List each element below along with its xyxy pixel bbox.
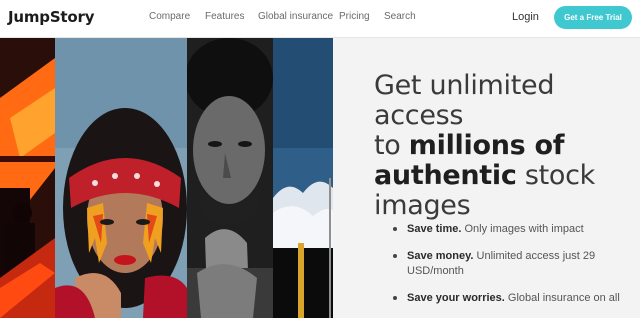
benefit-text: Global insurance on all xyxy=(504,292,620,304)
benefit-save-worries: Save your worries. Global insurance on a… xyxy=(393,291,633,306)
benefit-text: Only images with impact xyxy=(461,223,584,235)
nav-global-insurance[interactable]: Global insurance xyxy=(258,11,333,22)
woman-bandana-photo xyxy=(55,38,187,318)
jumpstory-logo[interactable]: JumpStory xyxy=(8,8,94,26)
benefit-lead: Save your worries. xyxy=(407,292,505,304)
benefit-save-money: Save money. Unlimited access just 29 USD… xyxy=(393,249,633,279)
free-trial-button[interactable]: Get a Free Trial xyxy=(554,6,632,29)
hero-copy: Get unlimited access to millions of auth… xyxy=(333,38,640,318)
nav-compare[interactable]: Compare xyxy=(149,11,190,22)
nav-pricing[interactable]: Pricing xyxy=(339,11,370,22)
orange-silhouette-photo xyxy=(0,38,55,318)
benefit-save-time: Save time. Only images with impact xyxy=(393,222,633,237)
headline-stock: stock xyxy=(516,160,596,191)
site-header: JumpStory Compare Features Global insura… xyxy=(0,0,640,38)
hero-headline: Get unlimited access to millions of auth… xyxy=(374,71,639,221)
headline-to: to xyxy=(374,130,409,161)
headline-line-1: Get unlimited access xyxy=(374,70,555,131)
headline-millions: millions of xyxy=(408,130,565,161)
nav-features[interactable]: Features xyxy=(205,11,244,22)
benefits-list: Save time. Only images with impact Save … xyxy=(393,222,633,318)
man-portrait-photo xyxy=(187,38,273,318)
headline-images: images xyxy=(374,190,471,221)
login-link[interactable]: Login xyxy=(512,11,539,23)
headline-authentic: authentic xyxy=(374,160,517,191)
benefit-lead: Save time. xyxy=(407,223,462,235)
benefit-lead: Save money. xyxy=(407,250,474,262)
nav-search[interactable]: Search xyxy=(384,11,416,22)
sky-photo xyxy=(273,38,333,318)
